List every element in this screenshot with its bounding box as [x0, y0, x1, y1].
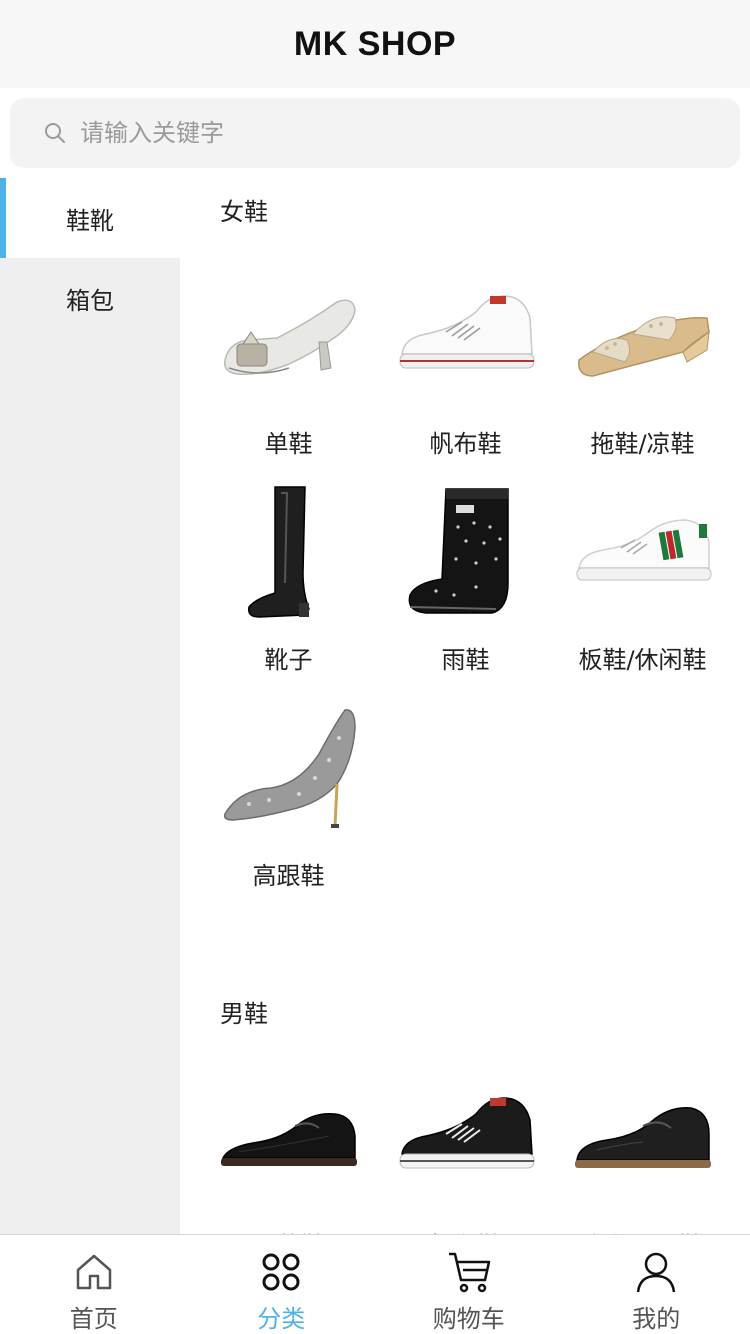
category-item[interactable]: 雨鞋: [377, 478, 554, 694]
search-input[interactable]: [80, 119, 680, 147]
sidebar-item-bags[interactable]: 箱包: [0, 258, 180, 338]
search-icon: [40, 118, 70, 148]
category-content[interactable]: 女鞋 单鞋 帆布鞋 拖鞋/凉鞋 靴子 雨鞋 板鞋/休闲鞋 高跟鞋 男鞋: [180, 178, 750, 1234]
cart-icon: [445, 1249, 493, 1295]
boot-icon: [214, 478, 364, 628]
category-item[interactable]: 单鞋: [200, 262, 377, 478]
app-title: MK SHOP: [293, 24, 457, 63]
category-item[interactable]: 帆布鞋: [377, 1064, 554, 1234]
category-item-label: 拖鞋/凉鞋: [590, 430, 695, 458]
category-item-label: 板鞋/休闲鞋: [578, 646, 707, 674]
category-item-label: 单鞋: [264, 430, 313, 458]
category-item[interactable]: 高跟鞋: [200, 694, 377, 910]
bottom-tab-bar: 首页 分类 购物车 我的: [0, 1234, 750, 1334]
category-item-label: 帆布鞋: [430, 1226, 502, 1234]
rain-boot-icon: [391, 478, 541, 628]
tab-category[interactable]: 分类: [188, 1235, 376, 1334]
sidebar-item-shoes[interactable]: 鞋靴: [0, 178, 180, 258]
sandal-icon: [568, 262, 718, 412]
category-item-label: 高跟鞋: [252, 862, 325, 890]
tab-label: 我的: [632, 1305, 681, 1333]
category-item-label: 靴子: [264, 646, 313, 674]
category-item-label: 商务休闲鞋: [583, 1226, 703, 1234]
canvas-sneaker-black-icon: [391, 1064, 541, 1214]
tab-label: 首页: [69, 1305, 118, 1333]
dress-shoe-icon: [214, 1064, 364, 1214]
category-item[interactable]: 正装鞋: [200, 1064, 377, 1234]
tab-profile[interactable]: 我的: [563, 1235, 750, 1334]
category-item-label: 正装鞋: [253, 1226, 325, 1234]
tab-label: 分类: [257, 1305, 306, 1333]
sidebar-item-label: 箱包: [66, 286, 114, 315]
high-heel-icon: [214, 694, 364, 844]
category-item-label: 雨鞋: [441, 646, 490, 674]
category-item[interactable]: 板鞋/休闲鞋: [554, 478, 731, 694]
casual-sneaker-icon: [568, 478, 718, 628]
category-sidebar: 鞋靴 箱包: [0, 178, 180, 1234]
section-title-women: 女鞋: [220, 197, 268, 226]
app-header: MK SHOP: [0, 0, 750, 88]
product-grid-men: 正装鞋 帆布鞋: [180, 1064, 750, 1234]
tab-home[interactable]: 首页: [0, 1235, 188, 1334]
category-icon: [257, 1249, 305, 1295]
product-grid-women: 单鞋 帆布鞋 拖鞋/凉鞋 靴子 雨鞋 板鞋/休闲鞋 高跟鞋: [180, 262, 750, 910]
search-bar[interactable]: [10, 98, 740, 168]
tab-label: 购物车: [432, 1305, 505, 1333]
category-item[interactable]: 拖鞋/凉鞋: [554, 262, 731, 478]
section-title-men: 男鞋: [220, 999, 268, 1028]
canvas-sneaker-icon: [391, 262, 541, 412]
home-icon: [70, 1249, 118, 1295]
category-item[interactable]: 靴子: [200, 478, 377, 694]
business-casual-shoe-icon: [568, 1064, 718, 1214]
pump-shoe-icon: [214, 262, 364, 412]
user-icon: [632, 1249, 680, 1295]
category-item-label: 帆布鞋: [429, 430, 502, 458]
category-item[interactable]: 帆布鞋: [377, 262, 554, 478]
sidebar-item-label: 鞋靴: [66, 206, 114, 235]
tab-cart[interactable]: 购物车: [375, 1235, 563, 1334]
category-item[interactable]: 商务休闲鞋: [554, 1064, 731, 1234]
